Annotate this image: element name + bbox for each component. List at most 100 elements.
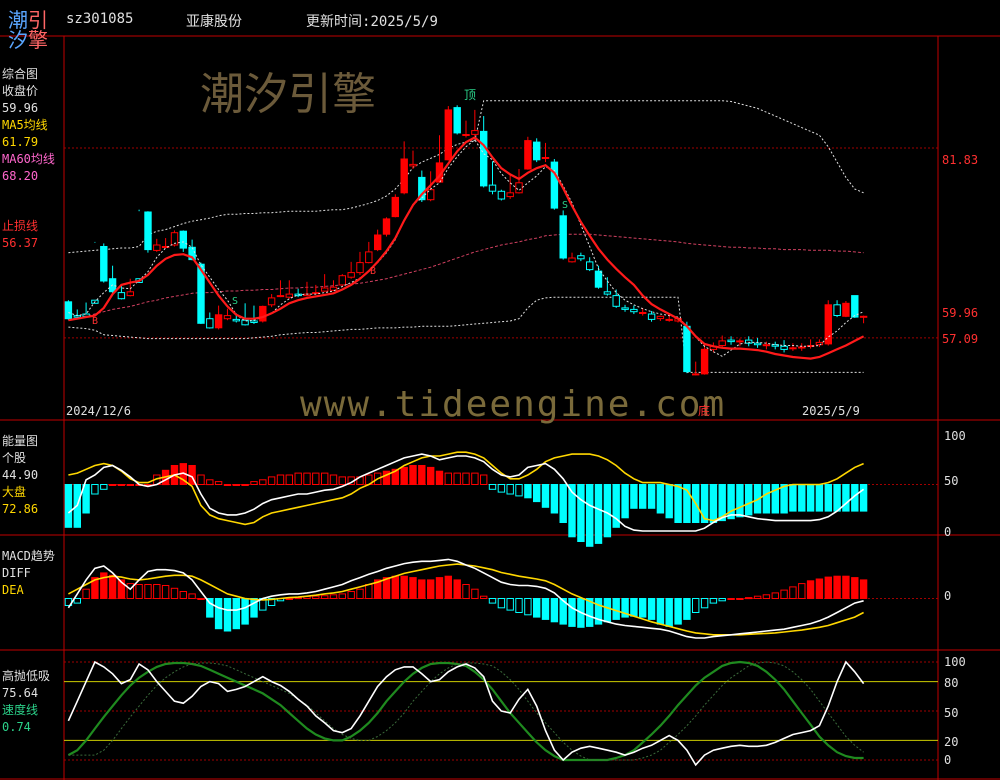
candle-body [285,293,294,298]
candle-body [665,318,673,321]
candle-body [453,107,461,134]
candle-body [594,270,603,288]
energy-bar [462,472,470,486]
macd-bar [533,598,541,618]
macd-bar [135,584,143,599]
macd-bar [170,587,179,599]
macd-bar [727,598,735,600]
macd-bar [745,597,753,600]
energy-bar [64,484,73,528]
candle-body [444,109,453,161]
energy-bar [259,479,267,486]
energy-bar [594,484,603,544]
energy-bar [700,484,709,523]
candle-body [506,192,514,198]
energy-bar [214,481,223,486]
stock-energy-line [67,453,865,532]
macd-bar [515,598,523,613]
macd-bar [161,585,170,599]
macd-bar [312,595,320,600]
close-value: 59.96 [2,101,39,115]
candle-body [762,344,771,347]
candle-body [639,312,647,314]
energy-bar [294,472,302,486]
stop-legend: 止损线 56.37 [2,218,38,252]
energy-bar [647,484,656,509]
candle-body [117,292,126,300]
energy-bar [250,481,258,486]
energy-bar [400,466,408,485]
osc-value: 75.64 [2,686,39,700]
candle-body [179,230,188,249]
candle-body [718,340,726,346]
close-label: 收盘价 [2,84,39,98]
panel-title: MACD趋势 [2,549,55,563]
speed-label: 速度线 [2,703,39,717]
macd-bar [471,588,479,600]
candle-body [859,315,868,318]
candle-body [232,318,241,322]
candle-body [382,218,391,235]
macd-bar [418,579,426,600]
candle-body [727,339,735,343]
candle-body [568,257,576,263]
market-label: 大盘 [2,485,27,499]
macd-bar [453,579,461,600]
candle-body [736,340,744,343]
macd-bar [144,584,152,599]
macd-bar [665,598,673,627]
tick-label: 100 [944,655,966,669]
candle-body [550,161,559,209]
energy-bar [842,484,850,512]
energy-bar [577,484,585,542]
energy-bar [630,484,638,509]
candle-body [524,140,532,170]
candle-body [471,130,479,135]
macd-bar [524,598,532,616]
energy-bar [745,484,753,516]
diff-label: DIFF [2,566,31,580]
candle-body [851,295,859,318]
market-energy-line [68,451,864,526]
energy-bar [435,470,444,486]
candle-body [789,347,797,350]
energy-bar [533,484,541,503]
site-watermark: www.tideengine.com [300,384,727,425]
market-value: 72.86 [2,502,39,516]
candle-body [365,251,373,264]
energy-bar [223,484,232,486]
energy-bar [329,474,338,485]
energy-bar [100,484,108,490]
top-marker: 顶 [464,88,477,102]
candle-body [683,325,691,373]
energy-bar [621,484,629,519]
macd-bar [427,579,435,600]
macd-bar [541,598,550,620]
ma60-line [68,233,864,320]
energy-bar [338,476,347,485]
macd-bar [391,575,400,600]
stock-value: 44.90 [2,468,39,482]
sell-marker-2: S [232,296,239,307]
energy-bar [656,484,665,514]
macd-bar [285,598,294,600]
macd-bar [753,595,762,600]
candle-body [391,196,400,218]
macd-bar [409,577,417,599]
update-time: 更新时间:2025/5/9 [306,11,438,31]
candle-body [842,302,850,317]
macd-bar [108,574,117,600]
candle-body [824,304,832,345]
energy-bar [586,484,594,547]
macd-bar [347,591,355,599]
energy-bar [444,472,453,486]
energy-bar [241,484,249,486]
energy-bar [762,484,771,514]
energy-bar [709,484,718,523]
candle-body [798,346,806,349]
macd-bar [179,591,188,599]
candle-body [692,373,700,376]
stop-label: 止损线 [2,219,39,233]
energy-bar [480,474,488,485]
ma60-label: MA60均线 [2,152,55,166]
